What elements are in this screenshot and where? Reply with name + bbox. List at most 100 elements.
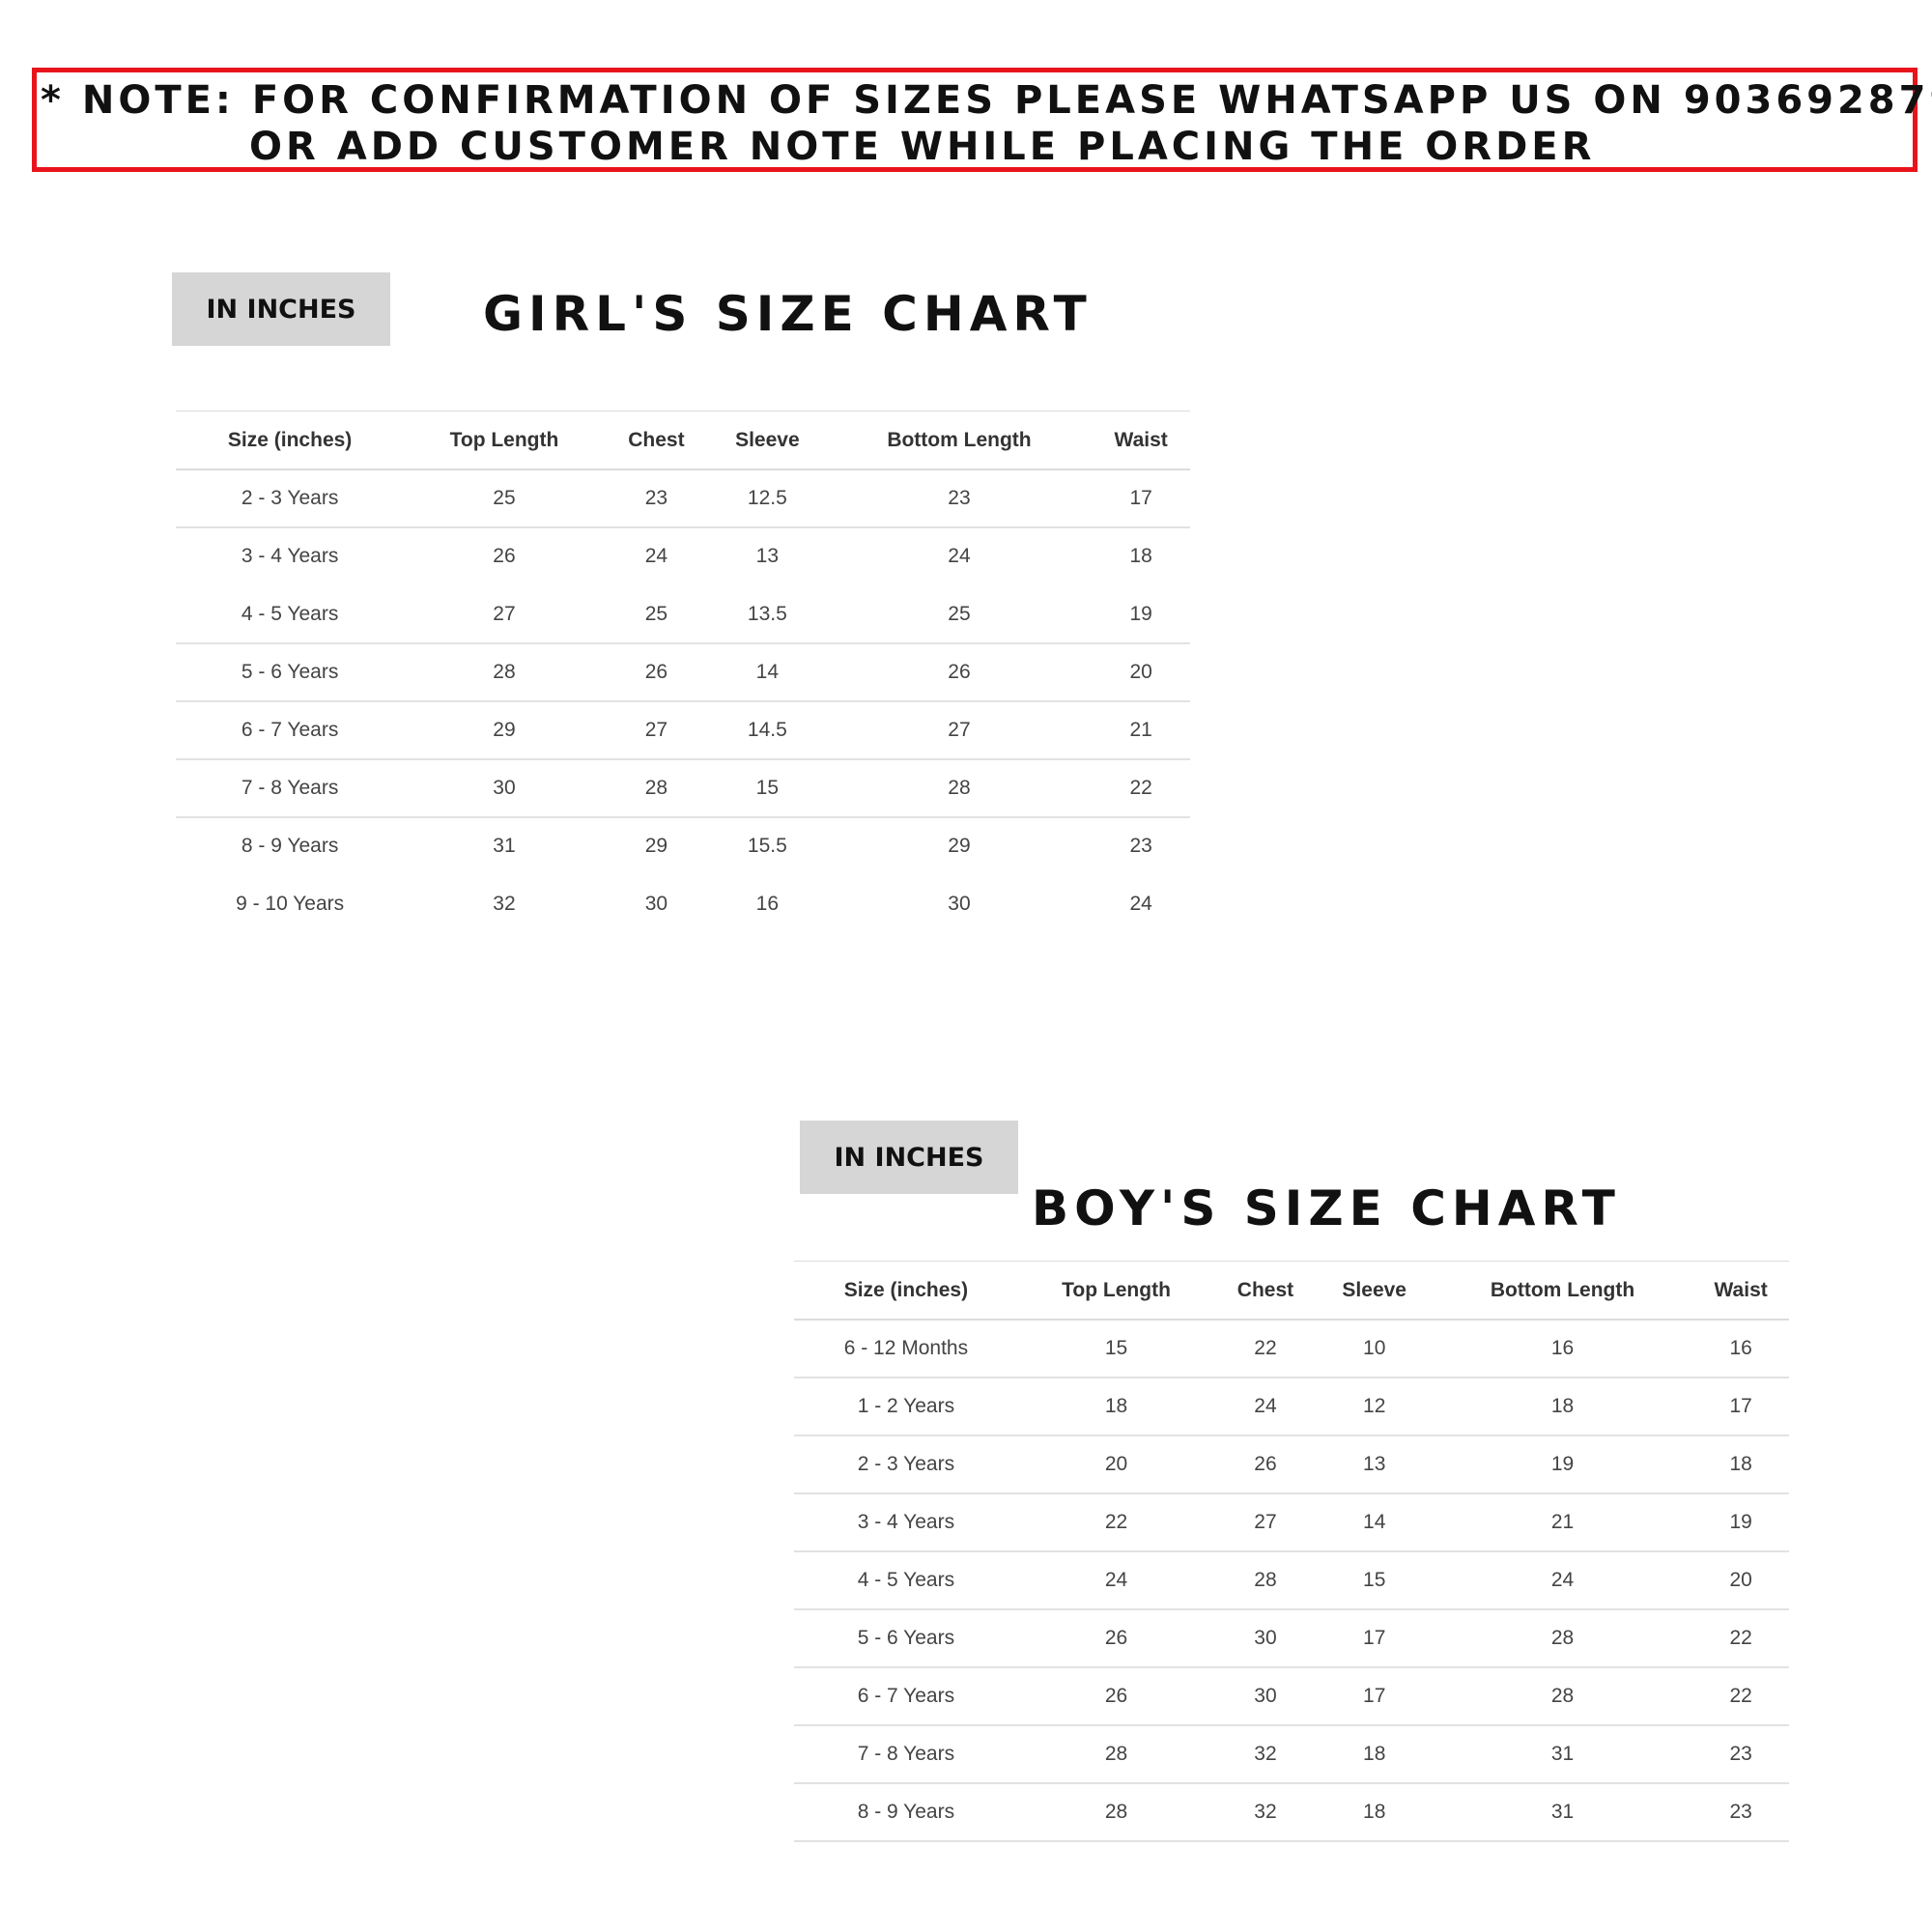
table-cell: 27 [404,585,605,644]
table-cell: 31 [493,835,516,857]
column-header: Sleeve [1316,1261,1433,1321]
table-cell: 8 - 9 Years [794,1783,1018,1842]
table-cell: 32 [1214,1783,1317,1842]
table-cell: 2 - 3 Years [794,1435,1018,1494]
girls-size-table: Size (inches) Top Length Chest Sleeve Bo… [176,411,1190,934]
girls-units-badge: IN INCHES [172,272,390,346]
table-cell: 18 [1129,545,1152,567]
table-row: 2 - 3 Years 20 26 13 19 18 [794,1435,1789,1494]
table-row: 3 - 4 Years 22 27 14 21 19 [794,1493,1789,1552]
table-cell: 19 [1432,1435,1693,1494]
table-row: 2 - 3 Years 25 23 12.5 23 17 [176,469,1190,528]
table-cell: 18 [1432,1378,1693,1436]
table-cell: 7 - 8 Years [176,759,405,818]
table-cell: 6 - 7 Years [794,1667,1018,1726]
table-cell: 26 [493,545,516,567]
table-cell: 30 [1214,1667,1317,1726]
table-row: 1 - 2 Years 18 24 12 18 17 [794,1378,1789,1436]
table-cell: 23 [1692,1725,1789,1784]
table-cell: 25 [826,585,1093,644]
table-cell: 6 - 12 Months [794,1320,1018,1378]
table-cell: 16 [755,893,780,915]
table-cell: 31 [1432,1725,1693,1784]
table-cell: 29 [644,835,668,857]
table-header-row: Size (inches) Top Length Chest Sleeve Bo… [794,1261,1789,1321]
table-cell: 22 [1214,1320,1317,1378]
girls-chart-title: GIRL'S SIZE CHART [483,286,1093,342]
table-cell: 15 [708,759,827,818]
table-cell: 9 - 10 Years [236,893,345,915]
table-row: 8 - 9 Years 28 32 18 31 23 [794,1783,1789,1842]
table-cell: 18 [1692,1435,1789,1494]
table-cell: 28 [1214,1551,1317,1610]
table-cell: 18 [1316,1783,1433,1842]
table-cell: 22 [1017,1493,1215,1552]
table-cell: 26 [604,643,709,702]
table-cell: 13.5 [708,585,827,644]
column-header: Chest [604,411,709,470]
table-cell: 14 [1316,1493,1433,1552]
table-cell: 24 [1214,1378,1317,1436]
table-row: 7 - 8 Years 28 32 18 31 23 [794,1725,1789,1784]
note-line-2: OR ADD CUSTOMER NOTE WHILE PLACING THE O… [249,125,1596,169]
table-cell: 13 [755,545,780,567]
table-row: 5 - 6 Years 28 26 14 26 20 [176,643,1190,702]
column-header: Top Length [404,411,605,470]
table-cell: 26 [1017,1667,1215,1726]
table-cell: 15 [1316,1551,1433,1610]
table-cell: 3 - 4 Years [794,1493,1018,1552]
table-cell: 22 [1092,759,1190,818]
table-cell: 24 [1129,893,1152,915]
table-cell: 28 [1432,1609,1693,1668]
column-header: Waist [1692,1261,1789,1321]
table-cell: 31 [1432,1783,1693,1842]
table-cell: 24 [948,545,971,567]
table-cell: 8 - 9 Years [241,835,339,857]
table-cell: 5 - 6 Years [794,1609,1018,1668]
table-cell: 12.5 [708,469,827,528]
table-cell: 2 - 3 Years [176,469,405,528]
table-cell: 32 [1214,1725,1317,1784]
table-header-row: Size (inches) Top Length Chest Sleeve Bo… [176,411,1190,470]
table-cell: 32 [493,893,516,915]
table-cell: 17 [1316,1667,1433,1726]
table-cell: 14.5 [708,701,827,760]
table-cell: 12 [1316,1378,1433,1436]
table-cell: 6 - 7 Years [176,701,405,760]
table-cell: 16 [1692,1320,1789,1378]
table-cell: 28 [826,759,1093,818]
table-cell: 30 [644,893,668,915]
table-cell: 13 [1316,1435,1433,1494]
table-cell: 4 - 5 Years [176,585,405,644]
table-cell: 19 [1092,585,1190,644]
table-cell: 17 [1692,1378,1789,1436]
table-cell: 28 [1017,1725,1215,1784]
table-cell: 7 - 8 Years [794,1725,1018,1784]
table-cell: 28 [1432,1667,1693,1726]
table-cell: 28 [1017,1783,1215,1842]
table-cell: 15.5 [747,835,787,857]
table-row: 9 - 10 Years 32 30 16 30 24 [176,875,1190,933]
table-cell: 1 - 2 Years [794,1378,1018,1436]
column-header: Waist [1092,411,1190,470]
column-header: Size (inches) [176,411,405,470]
boys-chart-title: BOY'S SIZE CHART [1032,1180,1621,1236]
note-line-1: * NOTE: FOR CONFIRMATION OF SIZES PLEASE… [41,78,1932,123]
column-header: Bottom Length [826,411,1093,470]
column-header: Top Length [1017,1261,1215,1321]
table-cell: 3 - 4 Years [241,545,339,567]
table-cell: 21 [1432,1493,1693,1552]
table-cell: 28 [404,643,605,702]
table-cell: 23 [604,469,709,528]
column-header: Sleeve [708,411,827,470]
table-cell: 24 [1432,1551,1693,1610]
table-cell: 27 [1214,1493,1317,1552]
table-cell: 24 [644,545,668,567]
table-cell: 18 [1316,1725,1433,1784]
table-cell: 28 [604,759,709,818]
table-cell: 21 [1092,701,1190,760]
table-cell: 26 [1017,1609,1215,1668]
note-banner: * NOTE: FOR CONFIRMATION OF SIZES PLEASE… [32,68,1932,172]
table-cell: 18 [1017,1378,1215,1436]
table-cell: 29 [948,835,971,857]
